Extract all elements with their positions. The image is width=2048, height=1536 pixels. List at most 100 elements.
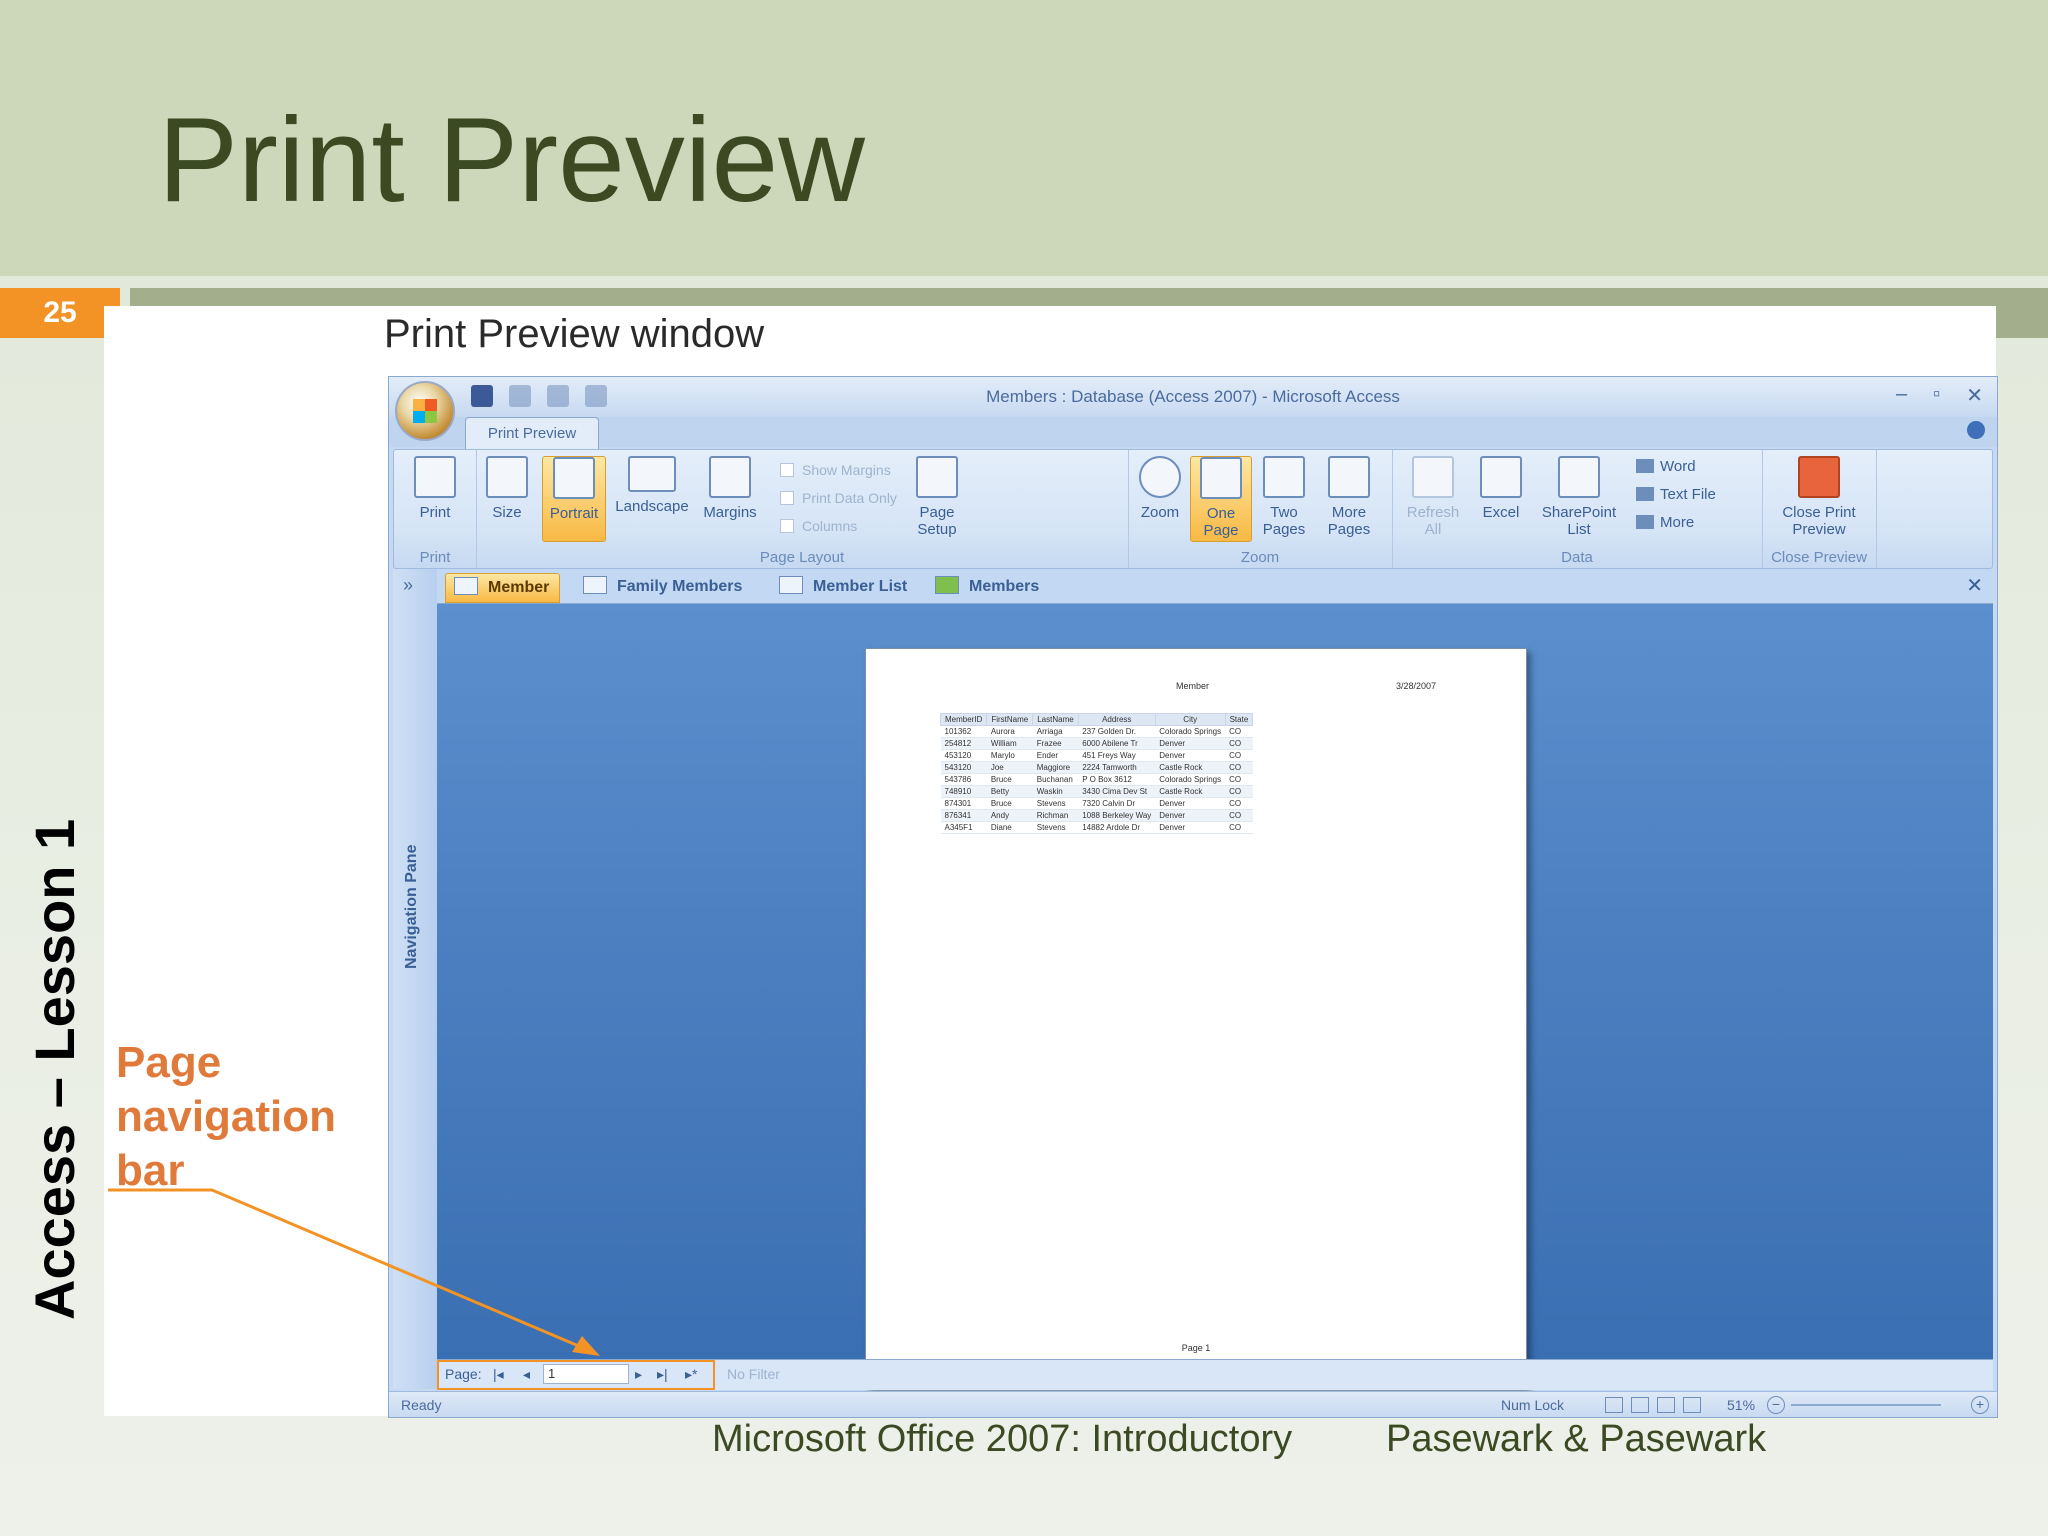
office-button[interactable] — [395, 381, 455, 441]
columns-button[interactable]: Columns — [780, 518, 857, 534]
word-export-button[interactable]: Word — [1636, 458, 1696, 475]
table-cell: Aurora — [986, 725, 1033, 738]
show-margins-checkbox[interactable]: Show Margins — [780, 462, 891, 478]
callout-line-1: Page — [116, 1038, 222, 1087]
text-file-export-button[interactable]: Text File — [1636, 486, 1716, 503]
zoom-button[interactable]: Zoom — [1134, 456, 1186, 521]
zoom-label: Zoom — [1140, 504, 1180, 521]
report-header-row: MemberID FirstName LastName Address City Stat… — [939, 713, 1254, 726]
navigation-pane[interactable]: » Navigation Pane — [393, 569, 438, 1389]
one-page-label-2: Page — [1203, 522, 1239, 539]
table-cell: Richman — [1032, 809, 1079, 822]
text-file-label: Text File — [1660, 486, 1716, 503]
landscape-icon — [628, 456, 676, 492]
new-record-button[interactable]: ▸* — [685, 1366, 697, 1383]
table-cell: Denver — [1155, 809, 1226, 822]
view-report-icon[interactable] — [1631, 1397, 1649, 1413]
table-cell: Diane — [986, 821, 1033, 834]
view-print-preview-icon[interactable] — [1605, 1397, 1623, 1413]
group-data: Refresh All Excel SharePoint List Word T… — [1392, 450, 1763, 568]
sharepoint-list-button[interactable]: SharePoint List — [1532, 456, 1626, 538]
close-preview-icon — [1798, 456, 1840, 498]
checkbox-icon — [780, 491, 794, 505]
more-export-icon — [1636, 515, 1654, 529]
table-cell: William — [986, 737, 1033, 750]
table-cell: 2224 Tamworth — [1078, 761, 1156, 774]
view-buttons — [1605, 1397, 1709, 1413]
show-margins-label: Show Margins — [802, 462, 891, 478]
table-row: A345F1 Diane Stevens 14882 Ardole Dr Denver C… — [940, 821, 1253, 834]
doc-tab-member-label: Member — [488, 579, 550, 596]
table-cell: Waskin — [1032, 785, 1079, 798]
text-file-icon — [1636, 487, 1654, 501]
table-cell: Buchanan — [1032, 773, 1079, 786]
view-layout-icon[interactable] — [1657, 1397, 1675, 1413]
page-setup-button[interactable]: Page Setup — [906, 456, 968, 538]
word-label: Word — [1660, 458, 1696, 475]
more-pages-icon — [1328, 456, 1370, 498]
table-row: 876341 Andy Richman 1088 Berkeley Way Denver… — [940, 809, 1253, 822]
report-table: MemberID FirstName LastName Address City Stat… — [939, 713, 1254, 834]
table-cell: CO — [1225, 725, 1253, 738]
table-cell: 254812 — [940, 737, 987, 750]
slide-title: Print Preview — [158, 93, 865, 227]
table-cell: 748910 — [940, 785, 987, 798]
doc-tab-member-list[interactable]: Member List — [771, 573, 917, 601]
last-page-button[interactable]: ▸| — [657, 1366, 668, 1383]
doc-tab-family-members[interactable]: Family Members — [575, 573, 752, 601]
more-pages-button[interactable]: More Pages — [1318, 456, 1380, 538]
zoom-out-button[interactable]: − — [1767, 1396, 1785, 1414]
portrait-button[interactable]: Portrait — [542, 456, 606, 542]
minimize-button[interactable]: – — [1896, 383, 1907, 408]
table-cell: A345F1 — [940, 821, 987, 834]
table-cell: Maggiore — [1032, 761, 1079, 774]
one-page-button[interactable]: One Page — [1190, 456, 1252, 542]
close-preview-label-2: Preview — [1792, 521, 1846, 538]
current-page-field[interactable]: 1 — [543, 1364, 629, 1384]
view-design-icon[interactable] — [1683, 1397, 1701, 1413]
margins-button[interactable]: Margins — [698, 456, 762, 521]
table-cell: Castle Rock — [1155, 785, 1226, 798]
doc-tab-member[interactable]: Member — [445, 573, 561, 603]
doc-tab-members[interactable]: Members — [927, 573, 1049, 601]
margins-icon — [709, 456, 751, 498]
status-ready: Ready — [401, 1397, 442, 1413]
table-cell: P O Box 3612 — [1078, 773, 1156, 786]
zoom-in-button[interactable]: + — [1971, 1396, 1989, 1414]
two-pages-label-1: Two — [1270, 504, 1298, 521]
table-cell: CO — [1225, 809, 1253, 822]
window-title: Members : Database (Access 2007) - Micro… — [986, 387, 1400, 406]
table-cell: Stevens — [1032, 797, 1079, 810]
print-data-only-checkbox[interactable]: Print Data Only — [780, 490, 897, 506]
table-row: 748910 Betty Waskin 3430 Cima Dev St Castle … — [940, 785, 1253, 798]
zoom-slider[interactable] — [1791, 1404, 1941, 1406]
excel-export-button[interactable]: Excel — [1474, 456, 1528, 521]
document-tabs: Member Family Members Member List Member… — [437, 569, 1993, 604]
nav-pane-toggle-icon[interactable]: » — [403, 575, 413, 596]
group-close-preview: Close Print Preview Close Preview — [1762, 450, 1877, 568]
two-pages-button[interactable]: Two Pages — [1256, 456, 1312, 538]
size-button[interactable]: Size — [482, 456, 532, 521]
table-cell: 237 Golden Dr. — [1078, 725, 1156, 738]
close-document-icon[interactable]: ✕ — [1966, 573, 1983, 598]
restore-button[interactable]: ▫ — [1933, 383, 1940, 408]
help-icon[interactable] — [1967, 421, 1985, 439]
page-size-icon — [486, 456, 528, 498]
one-page-label-1: One — [1206, 505, 1236, 522]
tab-print-preview[interactable]: Print Preview — [465, 417, 599, 452]
first-page-button[interactable]: |◂ — [493, 1366, 504, 1383]
refresh-all-button[interactable]: Refresh All — [1398, 456, 1468, 538]
table-cell: Frazee — [1032, 737, 1079, 750]
callout-line-2: navigation — [116, 1092, 337, 1141]
landscape-button[interactable]: Landscape — [610, 456, 694, 515]
close-window-button[interactable]: ✕ — [1966, 383, 1983, 408]
page-label: Page: — [445, 1366, 482, 1382]
preview-canvas: Member 3/28/2007 MemberID FirstName LastNa… — [437, 604, 1993, 1390]
print-button[interactable]: Print — [404, 456, 466, 521]
next-page-button[interactable]: ▸ — [635, 1366, 642, 1383]
table-cell: Bruce — [986, 773, 1033, 786]
previous-page-button[interactable]: ◂ — [523, 1366, 530, 1383]
close-print-preview-button[interactable]: Close Print Preview — [1770, 456, 1868, 538]
more-export-button[interactable]: More — [1636, 514, 1694, 531]
no-filter-button[interactable]: No Filter — [727, 1366, 780, 1382]
